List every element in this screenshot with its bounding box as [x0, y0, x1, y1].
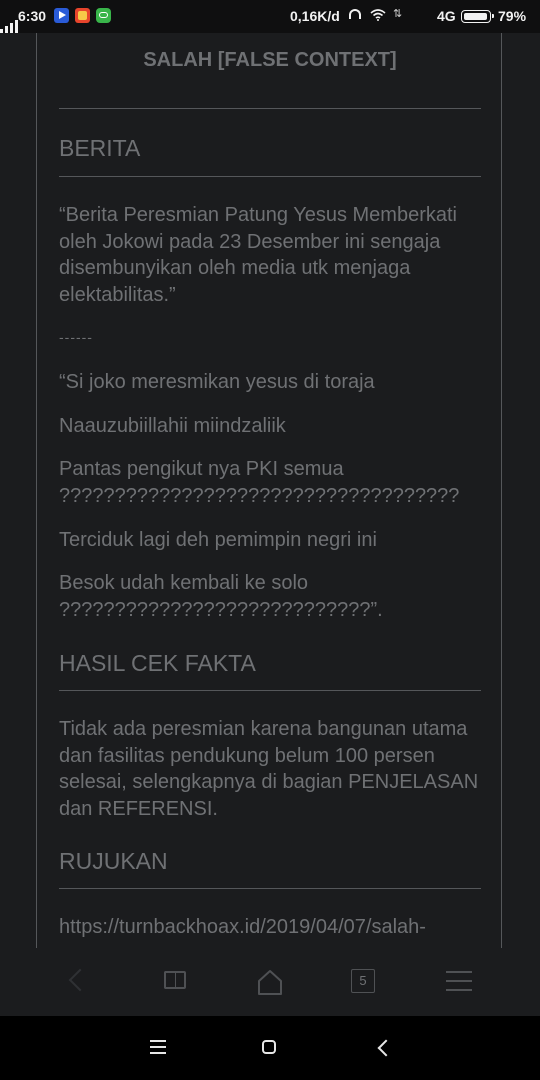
system-home-icon[interactable] [262, 1040, 276, 1054]
menu-icon[interactable] [446, 971, 472, 991]
section-heading-hasil: HASIL CEK FAKTA [59, 650, 256, 676]
battery-percent: 79% [498, 8, 527, 24]
section-heading-rujukan: RUJUKAN [59, 848, 168, 874]
section-heading-berita: BERITA [59, 135, 141, 161]
post-line: Terciduk lagi deh pemimpin negri ini [59, 529, 377, 551]
post-line: “Si joko meresmikan yesus di toraja [59, 371, 375, 393]
verdict-label: SALAH [FALSE CONTEXT] [143, 49, 397, 71]
chat-app-icon [96, 8, 111, 23]
post-line: Pantas pengikut nya PKI semua ??????????… [59, 458, 460, 507]
rujukan-link[interactable]: https://turnbackhoax.id/2019/04/07/salah… [59, 914, 485, 941]
divider [59, 108, 481, 109]
system-nav-bar [0, 1016, 540, 1080]
hasil-cek-fakta-text: Tidak ada peresmian karena bangunan utam… [59, 718, 479, 820]
tabs-count-button[interactable]: 5 [351, 969, 375, 993]
divider [59, 888, 481, 889]
status-time: 6:30 [18, 8, 47, 24]
home-icon[interactable] [256, 968, 284, 996]
system-back-icon[interactable] [377, 1039, 395, 1057]
post-line: Besok udah kembali ke solo ?????????????… [59, 572, 383, 621]
bookmarks-book-icon[interactable] [163, 971, 189, 991]
data-arrows-icon: ⇅ [393, 8, 403, 20]
back-arrow-icon[interactable] [68, 968, 92, 992]
network-type: 4G [437, 8, 456, 24]
divider [59, 176, 481, 177]
headphone-icon [349, 9, 361, 19]
battery-icon [461, 10, 494, 23]
post-line: Naauzubiillahii miindzaliik [59, 415, 286, 437]
divider [59, 690, 481, 691]
browser-toolbar: 5 [0, 948, 540, 1016]
berita-quote: “Berita Peresmian Patung Yesus Memberkat… [59, 204, 457, 306]
recents-menu-icon[interactable] [150, 1040, 166, 1054]
wifi-icon [370, 9, 386, 21]
status-bar: 6:30 0,16K/d ⇅ 4G 79% [0, 0, 540, 33]
network-speed: 0,16K/d [290, 8, 340, 24]
article-content[interactable]: SALAH [FALSE CONTEXT] BERITA “Berita Per… [0, 33, 540, 948]
separator-text: ------ [59, 329, 93, 345]
play-app-icon [54, 8, 69, 23]
office-app-icon [75, 8, 90, 23]
